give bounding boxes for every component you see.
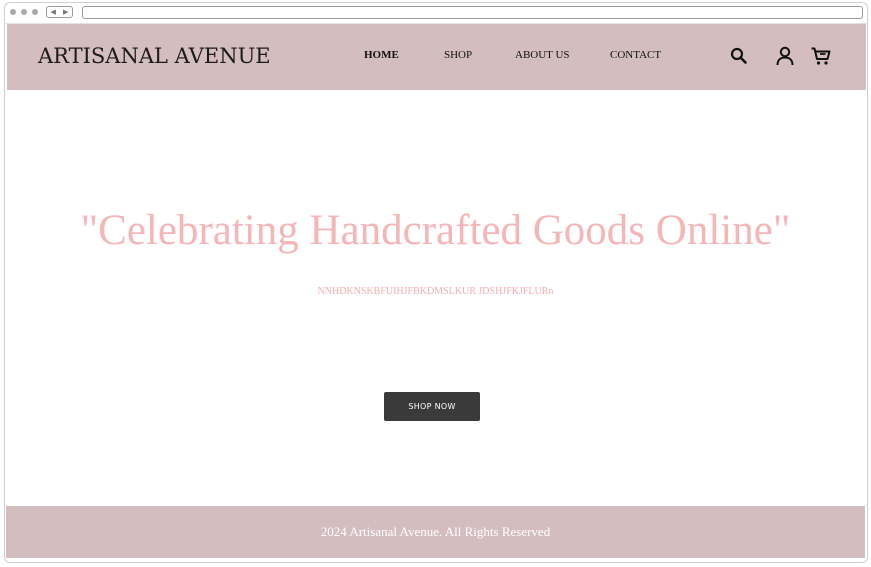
hero-title: "Celebrating Handcrafted Goods Online" bbox=[80, 207, 791, 254]
window-dot-maximize[interactable] bbox=[32, 9, 38, 15]
nav-about-us[interactable]: ABOUT US bbox=[515, 49, 570, 61]
site-header: ARTISANAL AVENUE HOME SHOP ABOUT US CONT… bbox=[7, 24, 866, 90]
window-dot-minimize[interactable] bbox=[21, 9, 27, 15]
forward-arrow-icon[interactable]: ▶ bbox=[63, 8, 68, 16]
footer-copyright: 2024 Artisanal Avenue. All Rights Reserv… bbox=[320, 524, 551, 539]
search-icon[interactable] bbox=[728, 45, 750, 67]
site-footer: 2024 Artisanal Avenue. All Rights Reserv… bbox=[6, 506, 865, 558]
back-arrow-icon[interactable]: ◀ bbox=[51, 8, 56, 16]
browser-window: ◀ ▶ ARTISANAL AVENUE HOME SHOP ABOUT US … bbox=[4, 2, 868, 563]
nav-shop[interactable]: SHOP bbox=[444, 49, 472, 61]
browser-nav-arrows[interactable]: ◀ ▶ bbox=[46, 6, 73, 18]
cart-icon[interactable] bbox=[810, 45, 832, 67]
nav-home[interactable]: HOME bbox=[364, 49, 399, 61]
brand-logo[interactable]: ARTISANAL AVENUE bbox=[38, 44, 271, 68]
user-icon[interactable] bbox=[774, 45, 796, 67]
hero-subtitle: NNHDKNSKBFUIHJFBKDMSLKUR JDSHJFKJFLURn bbox=[317, 286, 554, 297]
shop-now-button[interactable]: SHOP NOW bbox=[384, 392, 480, 421]
browser-chrome: ◀ ▶ bbox=[5, 3, 867, 24]
nav-contact[interactable]: CONTACT bbox=[610, 49, 661, 61]
window-dot-close[interactable] bbox=[10, 9, 16, 15]
address-bar[interactable] bbox=[82, 6, 863, 19]
